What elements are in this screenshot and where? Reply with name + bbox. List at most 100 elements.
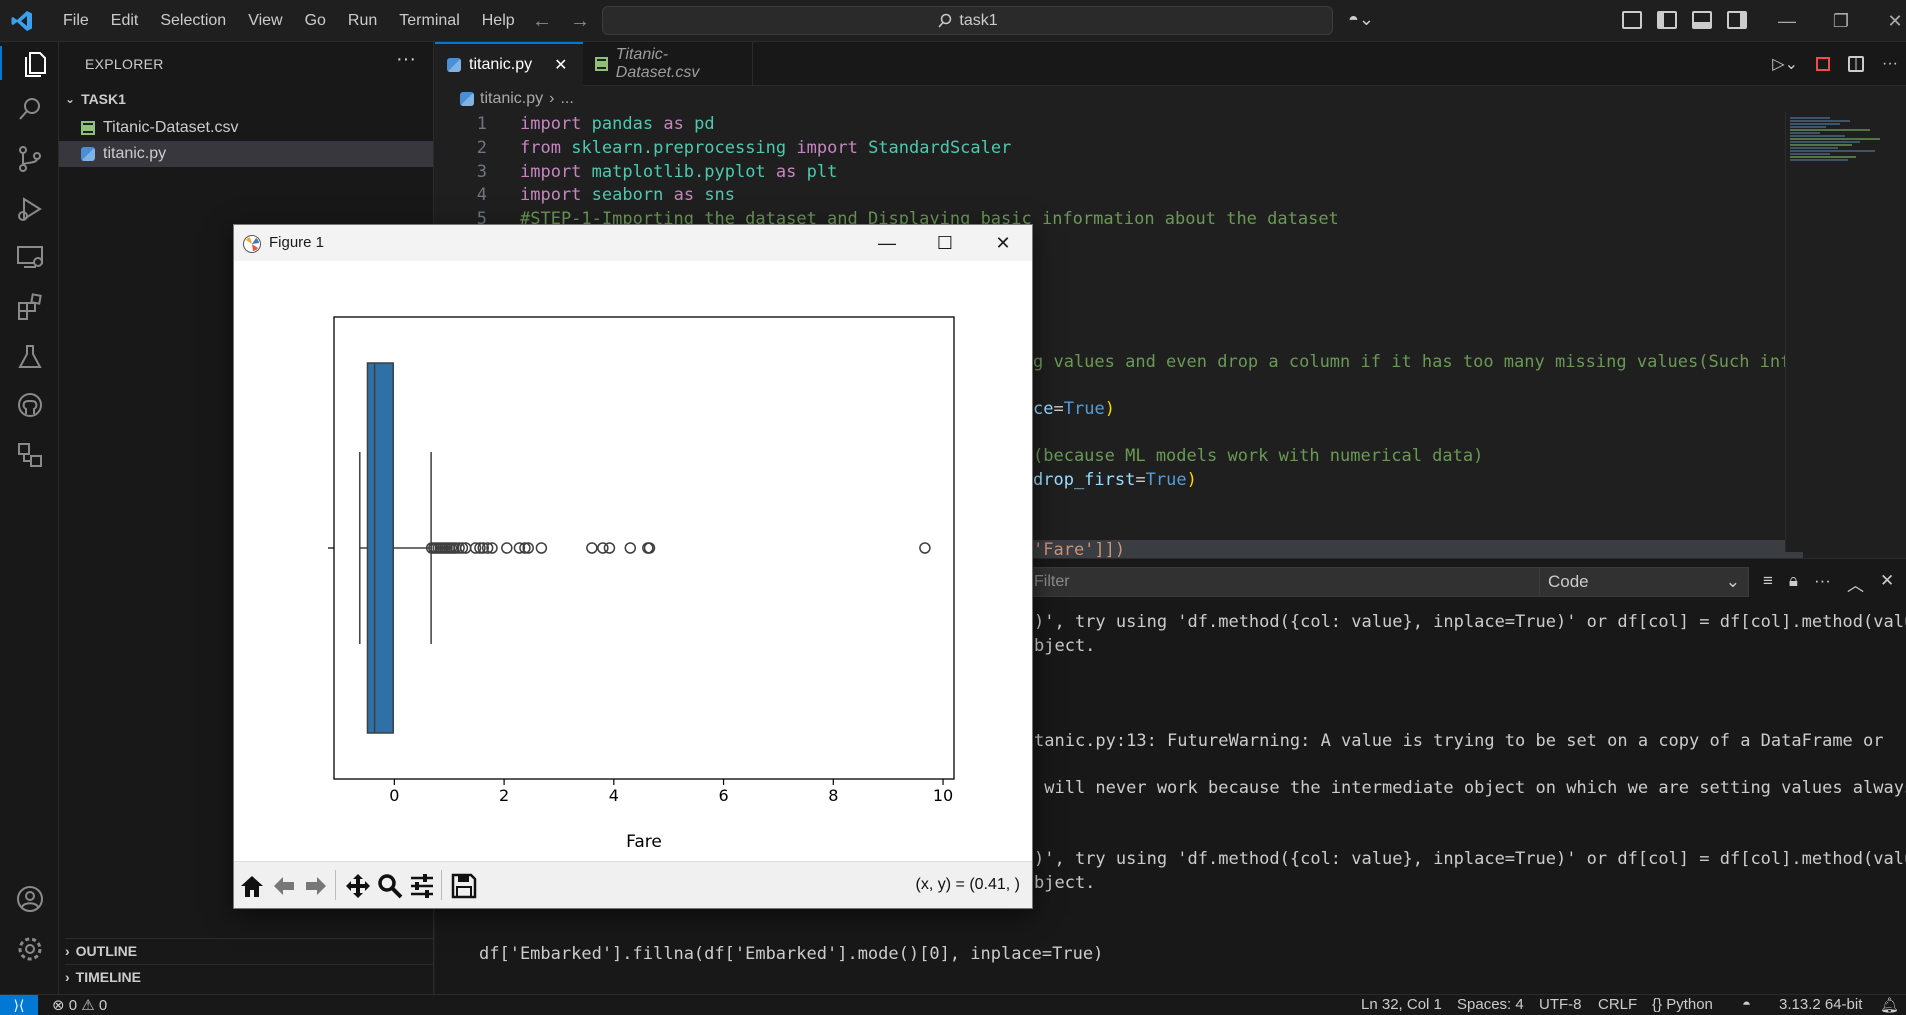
lock-scroll-icon[interactable]: 🔒︎ xyxy=(1789,571,1798,596)
close-icon[interactable]: ✕ xyxy=(1868,0,1906,42)
chevron-down-icon: ⌄ xyxy=(1725,572,1740,591)
editor-tabs: titanic.py ✕ Titanic-Dataset.csv ▷⌄ ··· xyxy=(435,42,1906,86)
warning-icon: ⚠ xyxy=(81,997,95,1014)
pan-move-icon[interactable] xyxy=(344,872,372,900)
menu-view[interactable]: View xyxy=(237,12,293,30)
close-icon[interactable]: ✕ xyxy=(974,225,1032,261)
close-panel-icon[interactable]: ✕ xyxy=(1880,571,1894,596)
line-ending[interactable]: CRLF xyxy=(1598,996,1637,1013)
toggle-secondary-sidebar-icon[interactable] xyxy=(1727,11,1747,29)
copilot-status-icon[interactable]: ◓ xyxy=(1742,996,1751,1013)
settings-gear-icon[interactable] xyxy=(13,932,47,966)
folder-task1[interactable]: ⌄ TASK1 xyxy=(65,91,126,107)
x-tick-label: 8 xyxy=(828,786,838,805)
menu-edit[interactable]: Edit xyxy=(100,12,150,30)
command-center[interactable]: task1 xyxy=(602,6,1333,35)
tab-titanic-csv[interactable]: Titanic-Dataset.csv xyxy=(583,42,753,86)
menu-file[interactable]: File xyxy=(52,12,100,30)
x-tick-label: 4 xyxy=(609,786,619,805)
explorer-title: EXPLORER xyxy=(85,56,164,72)
code-line: 'Fare']]) xyxy=(1033,540,1803,560)
remote-indicator-icon[interactable]: ⟩⟨ xyxy=(0,995,38,1015)
more-actions-icon[interactable]: ··· xyxy=(1882,55,1898,73)
remote-explorer-icon[interactable] xyxy=(13,240,47,274)
minimap[interactable] xyxy=(1785,112,1895,552)
menu-terminal[interactable]: Terminal xyxy=(388,12,470,30)
timeline-section[interactable]: › TIMELINE xyxy=(65,964,433,985)
line-number: 2 xyxy=(476,138,487,158)
menu-run[interactable]: Run xyxy=(337,12,388,30)
restore-icon[interactable]: ❐ xyxy=(1814,0,1868,42)
output-channel-select[interactable]: Code ⌄ xyxy=(1539,567,1749,597)
indentation[interactable]: Spaces: 4 xyxy=(1457,996,1524,1013)
close-tab-icon[interactable]: ✕ xyxy=(554,55,567,75)
menu-selection[interactable]: Selection xyxy=(149,12,237,30)
language-mode[interactable]: {} Python xyxy=(1652,996,1713,1013)
problems-indicator[interactable]: ⊗ 0 ⚠ 0 xyxy=(52,996,107,1014)
code-line: g values and even drop a column if it ha… xyxy=(1033,352,1832,372)
breadcrumb-rest[interactable]: ... xyxy=(560,90,573,108)
menu-help[interactable]: Help xyxy=(471,12,526,30)
box-plot[interactable]: 0 2 4 6 8 10 Fare xyxy=(234,261,1032,861)
containers-icon[interactable] xyxy=(13,438,47,472)
back-arrow-icon[interactable]: ← xyxy=(532,10,552,33)
toolbar-divider xyxy=(335,870,336,900)
testing-icon[interactable] xyxy=(13,340,47,374)
layout-controls xyxy=(1622,11,1747,29)
forward-arrow-icon[interactable] xyxy=(302,872,330,900)
minimize-icon[interactable]: — xyxy=(858,225,916,261)
run-debug-icon[interactable] xyxy=(13,192,47,226)
more-actions-icon[interactable]: ··· xyxy=(1814,571,1831,596)
file-item-py[interactable]: titanic.py xyxy=(59,141,433,167)
accounts-icon[interactable] xyxy=(13,882,47,916)
split-editor-icon[interactable] xyxy=(1848,56,1865,72)
maximize-icon[interactable]: ☐ xyxy=(916,225,974,261)
filter-input[interactable]: Filter xyxy=(1025,567,1560,597)
chevron-down-icon: ⌄ xyxy=(65,92,76,106)
csv-file-icon xyxy=(81,121,95,135)
warning-count: 0 xyxy=(98,997,108,1014)
extensions-icon[interactable] xyxy=(13,290,47,324)
search-icon xyxy=(938,13,952,27)
save-figure-icon[interactable] xyxy=(450,872,478,900)
error-count: 0 xyxy=(68,997,78,1014)
configure-subplots-icon[interactable] xyxy=(408,872,436,900)
breadcrumb-separator: › xyxy=(549,90,555,107)
copilot-icon[interactable]: ◓⌄ xyxy=(1348,9,1374,30)
notifications-bell-icon[interactable]: 🔔︎ xyxy=(1880,996,1899,1014)
more-actions-icon[interactable]: ··· xyxy=(396,48,416,71)
cursor-position[interactable]: Ln 32, Col 1 xyxy=(1361,996,1442,1013)
breadcrumb-file[interactable]: titanic.py xyxy=(480,90,543,108)
run-python-icon[interactable]: ▷⌄ xyxy=(1772,54,1798,74)
braces-icon: {} xyxy=(1652,996,1663,1013)
clear-output-icon[interactable]: ≡ xyxy=(1763,571,1773,596)
outline-section[interactable]: › OUTLINE xyxy=(65,938,433,959)
search-view-icon[interactable] xyxy=(13,92,47,126)
minimize-icon[interactable]: — xyxy=(1760,0,1814,42)
stop-icon[interactable] xyxy=(1816,57,1831,71)
github-icon[interactable] xyxy=(13,388,47,422)
zoom-magnifier-icon[interactable] xyxy=(376,872,404,900)
figure-window-controls: — ☐ ✕ xyxy=(858,225,1032,261)
menu-go[interactable]: Go xyxy=(294,12,337,30)
explorer-icon[interactable] xyxy=(0,46,59,80)
maximize-panel-icon[interactable]: ︿ xyxy=(1847,571,1864,596)
source-control-icon[interactable] xyxy=(13,142,47,176)
output-line: df['Embarked'].fillna(df['Embarked'].mod… xyxy=(479,944,1104,964)
tab-titanic-py[interactable]: titanic.py ✕ xyxy=(435,42,583,86)
file-item-csv[interactable]: Titanic-Dataset.csv xyxy=(59,115,433,141)
code-line: (because ML models work with numerical d… xyxy=(1033,446,1484,466)
toggle-sidebar-icon[interactable] xyxy=(1657,11,1677,29)
encoding[interactable]: UTF-8 xyxy=(1539,996,1582,1013)
python-interpreter[interactable]: 3.13.2 64-bit xyxy=(1779,996,1862,1013)
forward-arrow-icon[interactable]: → xyxy=(570,10,590,33)
cursor-coordinates: (x, y) = (0.41, ) xyxy=(915,876,1020,893)
home-icon[interactable] xyxy=(238,872,266,900)
customize-layout-icon[interactable] xyxy=(1622,11,1642,29)
figure-title-bar: Figure 1 — ☐ ✕ xyxy=(234,225,1032,261)
figure-toolbar: (x, y) = (0.41, ) xyxy=(234,861,1032,908)
output-line: tanic.py:13: FutureWarning: A value is t… xyxy=(1034,731,1884,751)
toggle-panel-icon[interactable] xyxy=(1692,11,1712,29)
back-arrow-icon[interactable] xyxy=(270,872,298,900)
output-line: )', try using 'df.method({col: value}, i… xyxy=(1034,849,1906,869)
